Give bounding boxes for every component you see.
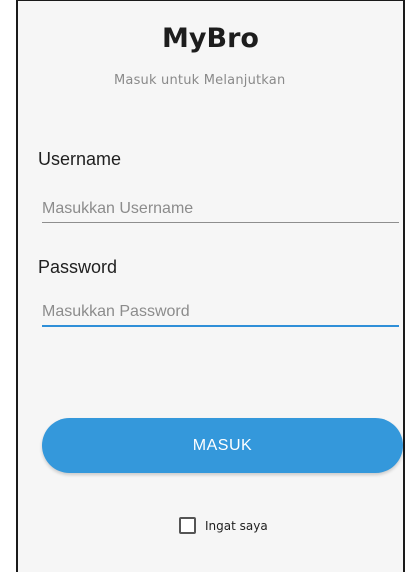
app-title: MyBro <box>162 23 259 54</box>
username-label: Username <box>38 149 122 169</box>
remember-me-row[interactable]: Ingat saya <box>179 517 268 534</box>
login-screen: MyBro Masuk untuk Melanjutkan Username P… <box>16 0 405 572</box>
password-input[interactable] <box>42 299 399 327</box>
username-input[interactable] <box>42 195 399 223</box>
login-button[interactable]: MASUK <box>42 418 403 473</box>
remember-me-label: Ingat saya <box>205 518 268 533</box>
password-label: Password <box>38 257 118 277</box>
remember-me-checkbox[interactable] <box>179 517 196 534</box>
app-subtitle: Masuk untuk Melanjutkan <box>114 73 286 88</box>
device-frame: MyBro Masuk untuk Melanjutkan Username P… <box>0 0 419 572</box>
